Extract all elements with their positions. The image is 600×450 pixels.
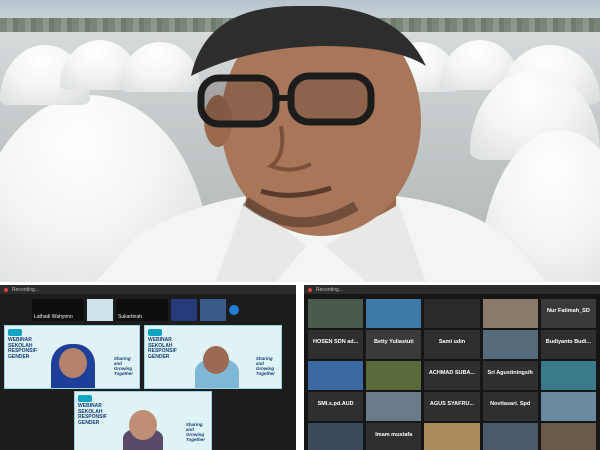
video-tile[interactable]: WEBINAR SEKOLAH RESPONSIF GENDER Sharing… — [144, 325, 282, 389]
more-participants-icon[interactable] — [229, 305, 239, 315]
record-icon — [308, 287, 312, 292]
gallery-tile[interactable]: Imam mustafa — [366, 423, 422, 450]
participant-video — [424, 423, 480, 450]
participant-video — [366, 299, 422, 328]
participant-name: SMI.s.pd.AUD — [317, 401, 354, 407]
participant-name: Lathadi Wahyono — [34, 314, 73, 320]
participant-face — [203, 346, 229, 374]
gallery-tile[interactable]: ACHMAD SUBA... — [424, 361, 480, 390]
zoom-window-gallery-view: Recording... Nur Fatimah_SD HOSEN SDN ad.… — [304, 285, 600, 450]
webinar-title: WEBINAR SEKOLAH RESPONSIF GENDER — [148, 337, 177, 360]
gallery-tile[interactable]: Budiyanto Budi... — [540, 330, 596, 359]
participant-name: AGUS SYAFRU... — [429, 401, 475, 407]
participant-video — [366, 392, 422, 421]
gallery-tile[interactable]: HOSEN SDN ad... — [308, 330, 364, 359]
participant-face — [59, 348, 87, 378]
gallery-tile[interactable] — [540, 392, 596, 421]
gallery-tile[interactable] — [424, 299, 480, 328]
webinar-tagline: Sharing and Growing Together — [114, 356, 133, 376]
webinar-tagline: Sharing and Growing Together — [256, 356, 275, 376]
webinar-title-line: GENDER — [8, 353, 30, 360]
participant-name: Betty Yuliastuti — [373, 339, 414, 345]
webinar-title-line: GENDER — [78, 419, 100, 426]
participant-name: Nur Fatimah_SD — [547, 308, 590, 314]
gallery-tile[interactable] — [482, 299, 538, 328]
participant-tile[interactable] — [87, 299, 113, 321]
participant-face — [129, 410, 157, 440]
gallery-tile[interactable]: SMI.s.pd.AUD — [308, 392, 364, 421]
gallery-tile[interactable]: AGUS SYAFRU... — [424, 392, 480, 421]
participant-video — [308, 423, 364, 450]
zoom-topbar: Recording... — [0, 285, 296, 294]
participant-video — [482, 330, 538, 359]
participant-video — [482, 423, 538, 450]
recording-label: Recording... — [316, 286, 343, 293]
gallery-tile[interactable]: Novitasari. Spd — [482, 392, 538, 421]
video-tile[interactable]: WEBINAR SEKOLAH RESPONSIF GENDER Sharing… — [4, 325, 140, 389]
video-tile[interactable]: WEBINAR SEKOLAH RESPONSIF GENDER Sharing… — [74, 391, 212, 450]
participant-name: Sami udin — [438, 339, 466, 345]
participant-name: Budiyanto Budi... — [545, 339, 592, 345]
participant-name: Sri Agustiningsih — [487, 370, 533, 376]
webinar-tagline: Sharing and Growing Together — [186, 422, 205, 442]
speaker-video — [0, 0, 600, 282]
participant-tile[interactable]: Lathadi Wahyono — [32, 299, 84, 321]
webinar-title: WEBINAR SEKOLAH RESPONSIF GENDER — [8, 337, 37, 360]
participant-video — [424, 299, 480, 328]
logo-icon — [148, 329, 162, 336]
participant-video — [308, 299, 364, 328]
participant-name: Novitasari. Spd — [490, 401, 531, 407]
record-icon — [4, 287, 8, 292]
participant-video — [540, 392, 596, 421]
zoom-topbar: Recording... — [304, 285, 600, 294]
participant-name: ACHMAD SUBA... — [428, 370, 476, 376]
logo-icon — [8, 329, 22, 336]
gallery-tile[interactable]: Betty Yuliastuti — [366, 330, 422, 359]
tagline-line: Together — [185, 437, 205, 442]
zoom-window-speaker-view: Recording... Lathadi Wahyono Sukartinah … — [0, 285, 296, 450]
participant-tile[interactable] — [171, 299, 197, 321]
participant-strip: Lathadi Wahyono Sukartinah — [0, 299, 296, 327]
gallery-tile[interactable] — [482, 423, 538, 450]
gallery-tile[interactable] — [366, 361, 422, 390]
participant-name: Imam mustafa — [375, 432, 413, 438]
gallery-tile[interactable] — [366, 299, 422, 328]
gallery-tile[interactable] — [308, 423, 364, 450]
recording-label: Recording... — [12, 286, 39, 293]
gallery-tile[interactable] — [308, 299, 364, 328]
gallery-tile[interactable] — [540, 361, 596, 390]
participant-video — [540, 361, 596, 390]
gallery-tile[interactable] — [366, 392, 422, 421]
gallery-tile[interactable]: Sri Agustiningsih — [482, 361, 538, 390]
participant-name: HOSEN SDN ad... — [312, 339, 359, 345]
tagline-line: Together — [113, 371, 133, 376]
gallery-tile[interactable] — [308, 361, 364, 390]
gallery-grid: Nur Fatimah_SD HOSEN SDN ad... Betty Yulia… — [308, 299, 596, 450]
webinar-title: WEBINAR SEKOLAH RESPONSIF GENDER — [78, 403, 107, 426]
gallery-tile[interactable] — [540, 423, 596, 450]
gallery-tile[interactable] — [482, 330, 538, 359]
participant-name: Sukartinah — [118, 314, 142, 320]
participant-video — [308, 361, 364, 390]
participant-video — [366, 361, 422, 390]
participant-tile[interactable]: Sukartinah — [116, 299, 168, 321]
speaker-person — [96, 6, 546, 282]
tagline-line: Together — [255, 371, 275, 376]
participant-tile[interactable] — [200, 299, 226, 321]
gallery-tile[interactable] — [424, 423, 480, 450]
logo-icon — [78, 395, 92, 402]
participant-video — [540, 423, 596, 450]
gallery-tile[interactable]: Sami udin — [424, 330, 480, 359]
webinar-title-line: GENDER — [148, 353, 170, 360]
participant-video — [482, 299, 538, 328]
gallery-tile[interactable]: Nur Fatimah_SD — [540, 299, 596, 328]
